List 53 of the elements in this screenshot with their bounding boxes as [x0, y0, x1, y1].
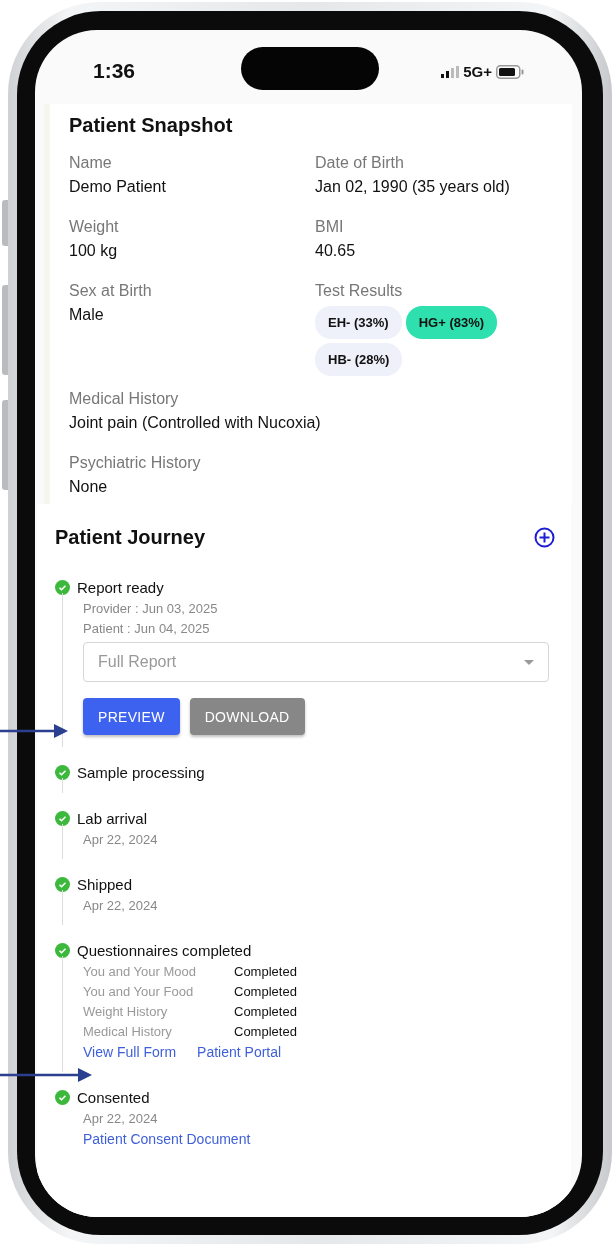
questionnaire-name: You and Your Mood [83, 964, 197, 979]
event-title: Report ready [77, 579, 164, 596]
caret-icon [524, 659, 534, 665]
field-label: Sex at Birth [69, 282, 153, 300]
event-title: Questionnaires completed [77, 942, 252, 959]
field-value: Jan 02, 1990 (35 years old) [315, 178, 511, 196]
test-result-tag: EH- (33%) [315, 306, 402, 339]
battery-icon [496, 64, 524, 79]
card-title: Patient Journey [55, 526, 206, 549]
event-title: Lab arrival [77, 810, 148, 827]
questionnaire-name: You and Your Food [83, 984, 195, 999]
report-dropdown[interactable]: Full Report [83, 642, 549, 682]
link[interactable]: View Full Form [83, 1044, 177, 1060]
event-date: Apr 22, 2024 [83, 898, 159, 913]
status-time: 1:36 [93, 59, 137, 83]
event-title: Shipped [77, 876, 133, 893]
event-title: Consented [77, 1089, 150, 1106]
field-label: Date of Birth [315, 154, 405, 172]
arrow-icon [0, 1066, 92, 1084]
signal-icon [441, 65, 460, 78]
test-result-tag: HG+ (83%) [405, 306, 498, 339]
card-title: Patient Snapshot [69, 114, 234, 137]
test-result-tag: HB- (28%) [315, 343, 403, 376]
event-date: Apr 22, 2024 [83, 832, 159, 847]
network-label: 5G+ [463, 63, 492, 80]
field-value: None [69, 478, 109, 496]
questionnaire-status: Completed [234, 1024, 298, 1039]
event-date: Provider : Jun 03, 2025 [83, 601, 219, 616]
field-label: Name [69, 154, 113, 172]
download-button[interactable]: DOWNLOAD [189, 698, 305, 735]
arrow-icon [0, 722, 68, 740]
event-date: Patient : Jun 04, 2025 [83, 621, 211, 636]
preview-button[interactable]: PREVIEW [83, 698, 180, 735]
questionnaire-name: Weight History [83, 1004, 169, 1019]
event-title: Sample processing [77, 764, 205, 781]
field-value: 40.65 [315, 242, 357, 260]
questionnaire-status: Completed [234, 964, 298, 979]
event-date: Apr 22, 2024 [83, 1111, 159, 1126]
field-value: Male [69, 306, 105, 324]
questionnaire-name: Medical History [83, 1024, 173, 1039]
field-label: Weight [69, 218, 120, 236]
field-label: BMI [315, 218, 345, 236]
add-icon[interactable] [534, 527, 555, 548]
field-label: Psychiatric History [69, 454, 202, 472]
field-value: 100 kg [69, 242, 119, 260]
link[interactable]: Patient Portal [197, 1044, 282, 1060]
field-value: Demo Patient [69, 178, 167, 196]
link[interactable]: Patient Consent Document [83, 1131, 251, 1147]
questionnaire-status: Completed [234, 984, 298, 999]
questionnaire-status: Completed [234, 1004, 298, 1019]
field-value: Joint pain (Controlled with Nucoxia) [69, 414, 322, 432]
field-label: Medical History [69, 390, 180, 408]
field-label: Test Results [315, 282, 404, 300]
